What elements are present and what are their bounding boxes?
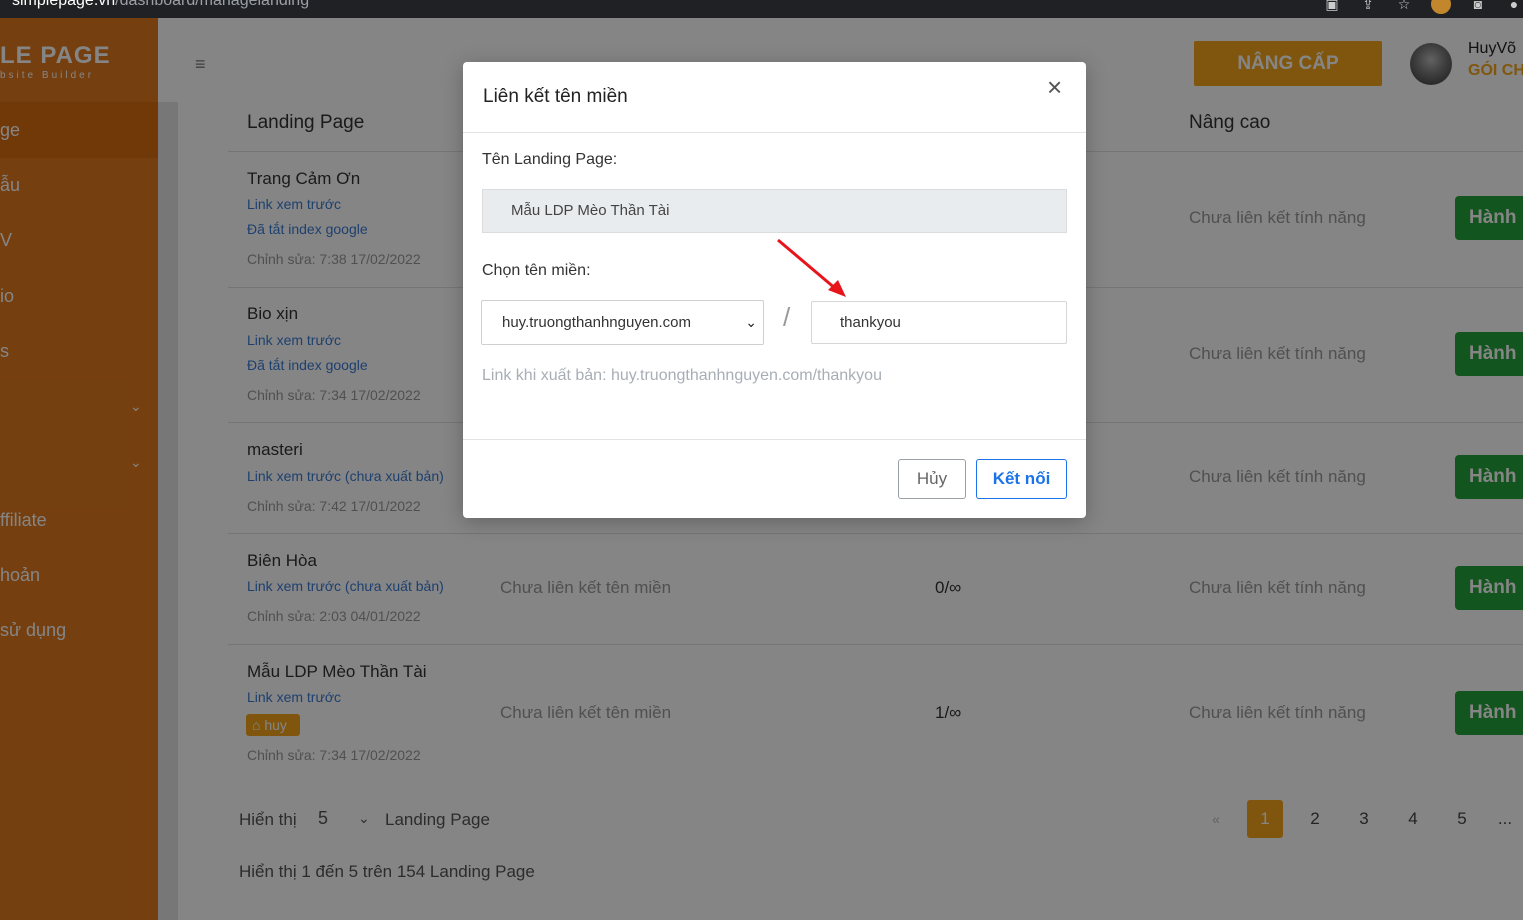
annotation-arrow-icon — [777, 238, 846, 297]
